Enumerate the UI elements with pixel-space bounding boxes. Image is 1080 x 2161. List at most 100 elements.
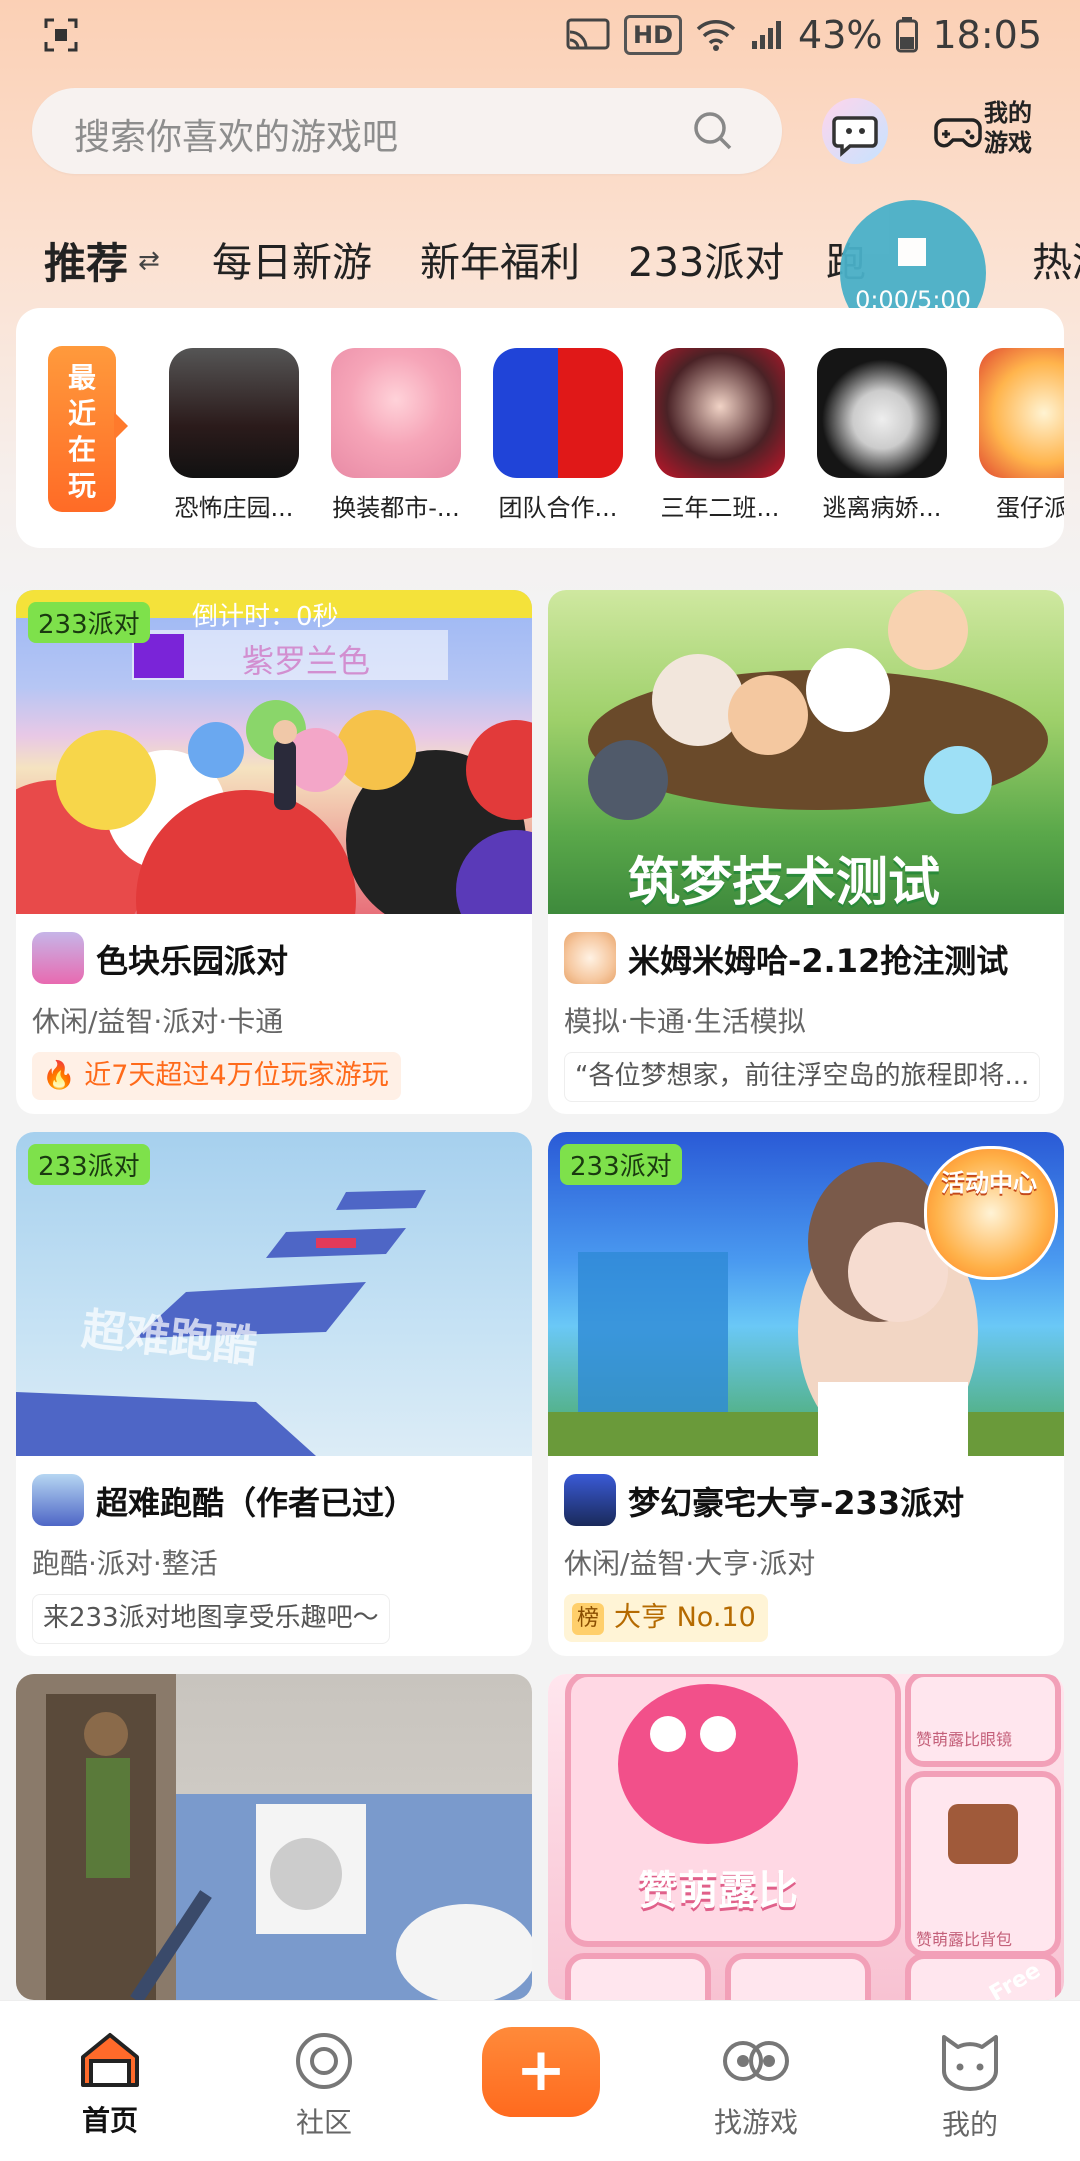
game-card[interactable]: 赞萌露比 赞萌露比眼镜 赞萌露比背包 Free <box>548 1674 1064 2000</box>
fire-icon: 🔥 <box>42 1060 76 1091</box>
hd-badge: HD <box>624 15 683 55</box>
hot-text: 近7天超过4万位玩家游玩 <box>84 1060 389 1091</box>
battery-icon <box>896 17 919 53</box>
game-title: 超难跑酷（作者已过） <box>96 1484 417 1522</box>
game-icon <box>32 932 84 984</box>
game-banner: 超难跑酷 233派对 <box>16 1132 532 1456</box>
game-banner: 赞萌露比 赞萌露比眼镜 赞萌露比背包 Free <box>548 1674 1064 2000</box>
status-bar: HD 43% 18:05 <box>0 0 1080 70</box>
bathroom-scene <box>16 1674 532 2000</box>
recent-game-name: 三年二班... <box>660 494 780 522</box>
nav-mine-label: 我的 <box>941 2108 998 2141</box>
swap-icon[interactable]: ⇄ <box>138 246 160 276</box>
tab-233-party[interactable]: 233派对 <box>628 230 784 288</box>
game-title: 米姆米姆哈-2.12抢注测试 <box>628 942 1009 980</box>
recent-game-name: 逃离病娇... <box>822 494 942 522</box>
my-games-button[interactable]: 我的 游戏 <box>934 94 1054 170</box>
color-banner-text: 紫罗兰色 <box>242 642 371 680</box>
game-banner: 活动中心 233派对 <box>548 1132 1064 1456</box>
recent-badge-text: 最近在玩 <box>67 361 96 502</box>
recent-game[interactable]: 逃离病娇... <box>812 348 952 523</box>
tab-new-year[interactable]: 新年福利 <box>420 230 580 288</box>
game-tags: 跑酷·派对·整活 <box>32 1547 218 1580</box>
recent-game[interactable]: 三年二班... <box>650 348 790 523</box>
tab-hot[interactable]: 热游 <box>1032 230 1080 288</box>
game-card[interactable] <box>16 1674 532 2000</box>
recent-badge: 最近在玩 <box>48 346 128 512</box>
game-desc: 来233派对地图享受乐趣吧〜 <box>32 1594 390 1644</box>
wifi-icon <box>696 20 736 51</box>
activity-center-icon[interactable]: 活动中心 <box>924 1146 1058 1280</box>
signal-icon <box>752 21 782 49</box>
recent-game-name: 恐怖庄园... <box>174 494 294 522</box>
stop-icon[interactable] <box>898 238 926 266</box>
game-card[interactable]: 筑梦技术测试 米姆米姆哈-2.12抢注测试 模拟·卡通·生活模拟 “各位梦想家，… <box>548 590 1064 1114</box>
nav-mine[interactable]: 我的 <box>900 2031 1040 2143</box>
game-card[interactable]: 超难跑酷 233派对 超难跑酷（作者已过） 跑酷·派对·整活 来233派对地图享… <box>16 1132 532 1656</box>
nav-community[interactable]: 社区 <box>254 2031 394 2141</box>
rank-icon: 榜 <box>572 1602 604 1635</box>
activity-center-text: 活动中心 <box>941 1169 1037 1197</box>
tag-233-party: 233派对 <box>28 1144 150 1185</box>
game-card[interactable]: 倒计时：0秒 紫罗兰色 233派对 色块乐园派对 休闲/益智·派对·卡通 🔥 近… <box>16 590 532 1114</box>
rank-text: 大亨 No.10 <box>614 1602 756 1633</box>
game-icon <box>817 348 947 478</box>
create-button[interactable]: + <box>482 2027 600 2117</box>
message-icon[interactable] <box>820 96 890 166</box>
community-icon <box>296 2033 352 2089</box>
recent-game[interactable]: 蛋仔派对 <box>974 348 1064 523</box>
game-tags: 休闲/益智·派对·卡通 <box>32 1005 284 1038</box>
game-tags: 休闲/益智·大亨·派对 <box>564 1547 816 1580</box>
game-card[interactable]: 活动中心 233派对 梦幻豪宅大亨-233派对 休闲/益智·大亨·派对 榜大亨 … <box>548 1132 1064 1656</box>
recent-game-name: 团队合作... <box>498 494 618 522</box>
nav-community-label: 社区 <box>295 2106 352 2139</box>
nav-home[interactable]: 首页 <box>40 2031 180 2139</box>
clock: 18:05 <box>932 13 1042 57</box>
game-icon <box>32 1474 84 1526</box>
banner-text: 赞萌露比 <box>638 1868 798 1914</box>
game-icon <box>331 348 461 478</box>
recent-game[interactable]: 团队合作... <box>488 348 628 523</box>
search-icon[interactable] <box>692 110 734 152</box>
game-icon <box>169 348 299 478</box>
game-icon <box>564 932 616 984</box>
recent-game-name: 蛋仔派对 <box>996 494 1064 522</box>
search-placeholder: 搜索你喜欢的游戏吧 <box>74 117 399 158</box>
my-games-label-1: 我的 <box>984 99 1032 127</box>
cast-icon <box>566 18 610 50</box>
nav-find-games-label: 找游戏 <box>713 2106 798 2139</box>
nav-find-games[interactable]: 找游戏 <box>686 2031 826 2141</box>
recent-game[interactable]: 恐怖庄园... <box>164 348 304 523</box>
tab-daily-new[interactable]: 每日新游 <box>212 230 372 288</box>
countdown-text: 倒计时：0秒 <box>192 602 339 632</box>
balls-scene <box>16 700 532 914</box>
profile-icon <box>942 2035 998 2091</box>
game-icon <box>655 348 785 478</box>
rank-badge: 榜大亨 No.10 <box>564 1594 768 1642</box>
game-title: 色块乐园派对 <box>96 942 289 980</box>
home-icon <box>81 2033 139 2087</box>
tab-recommend[interactable]: 推荐 <box>44 230 128 291</box>
recent-game-name: 换装都市-... <box>332 494 460 522</box>
gamepad-icon <box>934 118 982 148</box>
game-banner <box>16 1674 532 2000</box>
banner-text: 筑梦技术测试 <box>628 853 941 913</box>
find-games-icon <box>723 2041 789 2081</box>
side-item-label: 赞萌露比眼镜 <box>916 1730 1013 1749</box>
game-icon <box>979 348 1064 478</box>
game-title: 梦幻豪宅大亨-233派对 <box>628 1484 965 1522</box>
game-icon <box>493 348 623 478</box>
scan-icon <box>44 18 78 52</box>
pink-mascot-scene <box>565 1674 1061 2000</box>
hot-badge: 🔥 近7天超过4万位玩家游玩 <box>32 1052 401 1100</box>
game-banner: 筑梦技术测试 <box>548 590 1064 914</box>
recent-game[interactable]: 换装都市-... <box>326 348 466 523</box>
tag-233-party: 233派对 <box>28 602 150 643</box>
battery-percent: 43% <box>798 13 883 57</box>
nav-home-label: 首页 <box>81 2104 138 2137</box>
bottom-nav: 首页 社区 + 找游戏 我的 <box>0 2000 1080 2161</box>
search-bar[interactable]: 搜索你喜欢的游戏吧 <box>32 88 782 174</box>
game-icon <box>564 1474 616 1526</box>
tag-233-party: 233派对 <box>560 1144 682 1185</box>
my-games-label-2: 游戏 <box>984 129 1032 157</box>
